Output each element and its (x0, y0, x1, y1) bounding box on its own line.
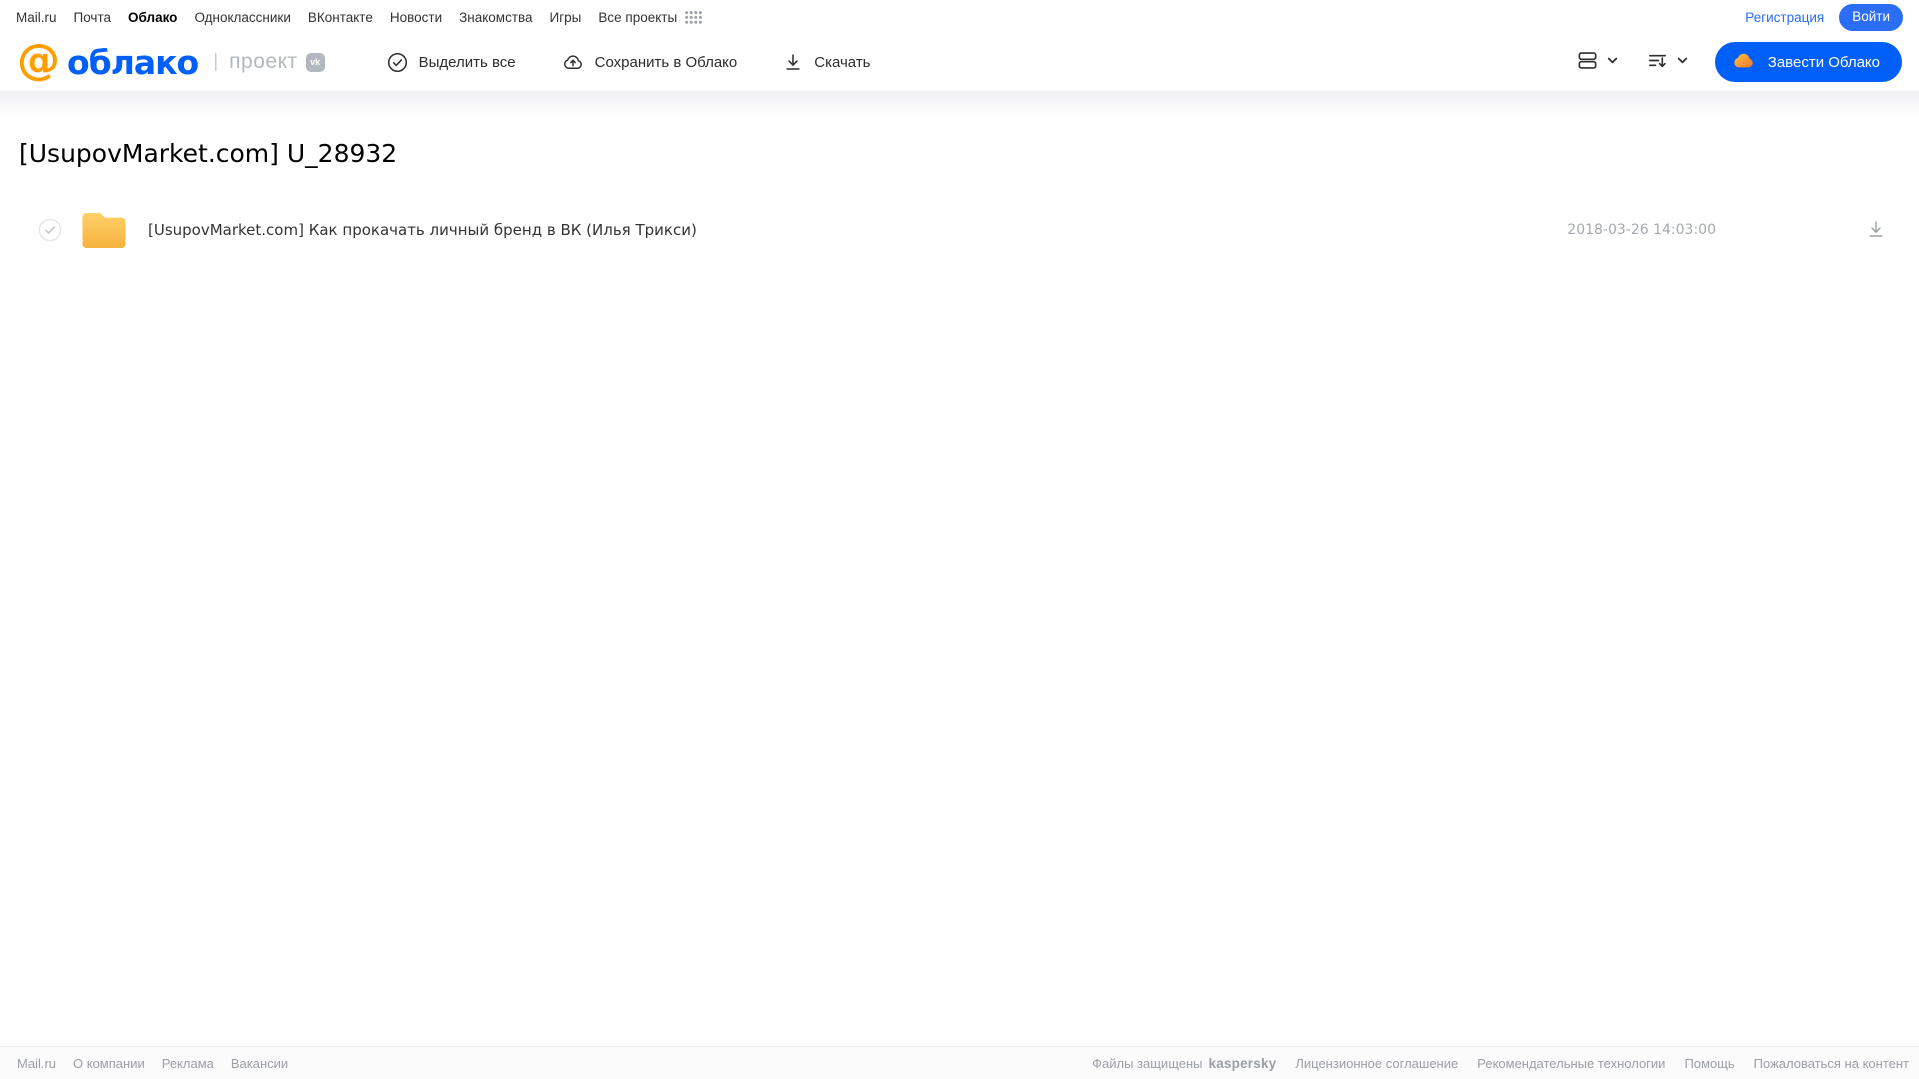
footer-report-content-link[interactable]: Пожаловаться на контент (1754, 1056, 1909, 1071)
footer-help-link[interactable]: Помощь (1684, 1056, 1734, 1071)
cloud-logo[interactable]: @ облако | проект vk (17, 35, 325, 86)
nav-news[interactable]: Новости (390, 10, 442, 25)
chevron-down-icon (1676, 54, 1689, 70)
cloud-logo-text: облако (67, 42, 199, 82)
create-cloud-label: Завести Облако (1767, 53, 1880, 71)
nav-games[interactable]: Игры (550, 10, 582, 25)
check-circle-icon (387, 52, 408, 73)
nav-cloud[interactable]: Облако (128, 10, 177, 25)
file-toolbar: Выделить все Сохранить в Облако Скачать (387, 51, 871, 73)
save-to-cloud-button[interactable]: Сохранить в Облако (562, 51, 738, 73)
footer-right-links: Файлы защищены kaspersky Лицензионное со… (1092, 1056, 1909, 1071)
page-title: [UsupovMarket.com] U_28932 (19, 139, 398, 168)
download-label: Скачать (814, 53, 871, 71)
footer-mailru-link[interactable]: Mail.ru (17, 1056, 56, 1071)
nav-odnoklassniki[interactable]: Одноклассники (194, 10, 290, 25)
login-button[interactable]: Войти (1839, 4, 1903, 31)
chevron-down-icon (1606, 54, 1619, 70)
sort-icon (1646, 49, 1669, 75)
view-mode-button[interactable] (1576, 49, 1619, 75)
nav-vkontakte[interactable]: ВКонтакте (308, 10, 373, 25)
file-name-link[interactable]: [UsupovMarket.com] Как прокачать личный … (148, 221, 697, 239)
footer-left-links: Mail.ru О компании Реклама Вакансии (17, 1056, 288, 1071)
download-icon (1866, 219, 1886, 242)
select-all-label: Выделить все (418, 53, 516, 71)
logo-separator: | (213, 51, 219, 72)
file-row[interactable]: [UsupovMarket.com] Как прокачать личный … (0, 202, 1919, 258)
nav-all-projects[interactable]: Все проекты (598, 10, 703, 25)
protected-by-label: Файлы защищены (1092, 1055, 1203, 1071)
cloud-upload-icon (562, 51, 584, 73)
all-projects-label: Все проекты (598, 10, 678, 25)
page-footer: Mail.ru О компании Реклама Вакансии Файл… (0, 1046, 1919, 1079)
footer-license-link[interactable]: Лицензионное соглашение (1295, 1056, 1458, 1071)
list-view-icon (1576, 49, 1599, 75)
footer-about-link[interactable]: О компании (73, 1056, 145, 1071)
portal-navbar: Mail.ru Почта Облако Одноклассники ВКонт… (0, 0, 1919, 33)
header-shadow-divider (0, 91, 1919, 115)
vk-badge-icon: vk (305, 52, 325, 72)
download-button[interactable]: Скачать (783, 52, 871, 72)
file-modified-date: 2018-03-26 14:03:00 (1567, 222, 1716, 238)
footer-recommend-tech-link[interactable]: Рекомендательные технологии (1477, 1056, 1665, 1071)
save-to-cloud-label: Сохранить в Облако (594, 53, 738, 71)
row-checkbox[interactable] (38, 218, 62, 242)
nav-dating[interactable]: Знакомства (459, 10, 532, 25)
public-folder-content: [UsupovMarket.com] U_28932 [UsupovMarket… (0, 139, 1919, 258)
cloud-solid-icon (1730, 49, 1757, 75)
download-icon (783, 52, 803, 72)
nav-mail[interactable]: Почта (74, 10, 112, 25)
mailru-at-icon: @ (17, 35, 60, 86)
kaspersky-logo[interactable]: kaspersky (1209, 1056, 1277, 1071)
kaspersky-protection: Файлы защищены kaspersky (1092, 1056, 1276, 1071)
create-cloud-button[interactable]: Завести Облако (1714, 42, 1902, 82)
sort-button[interactable] (1646, 49, 1689, 75)
grid-dots-icon (685, 11, 703, 24)
cloud-header: @ облако | проект vk Выделить все Сохран… (0, 33, 1919, 91)
nav-mailru[interactable]: Mail.ru (16, 10, 57, 25)
register-link[interactable]: Регистрация (1745, 10, 1824, 25)
select-all-button[interactable]: Выделить все (387, 52, 516, 73)
header-right-controls: Завести Облако (1576, 42, 1902, 82)
folder-icon (81, 211, 127, 249)
row-download-button[interactable] (1866, 219, 1886, 242)
footer-ads-link[interactable]: Реклама (162, 1056, 214, 1071)
footer-jobs-link[interactable]: Вакансии (231, 1056, 288, 1071)
project-label: проект (229, 50, 298, 73)
